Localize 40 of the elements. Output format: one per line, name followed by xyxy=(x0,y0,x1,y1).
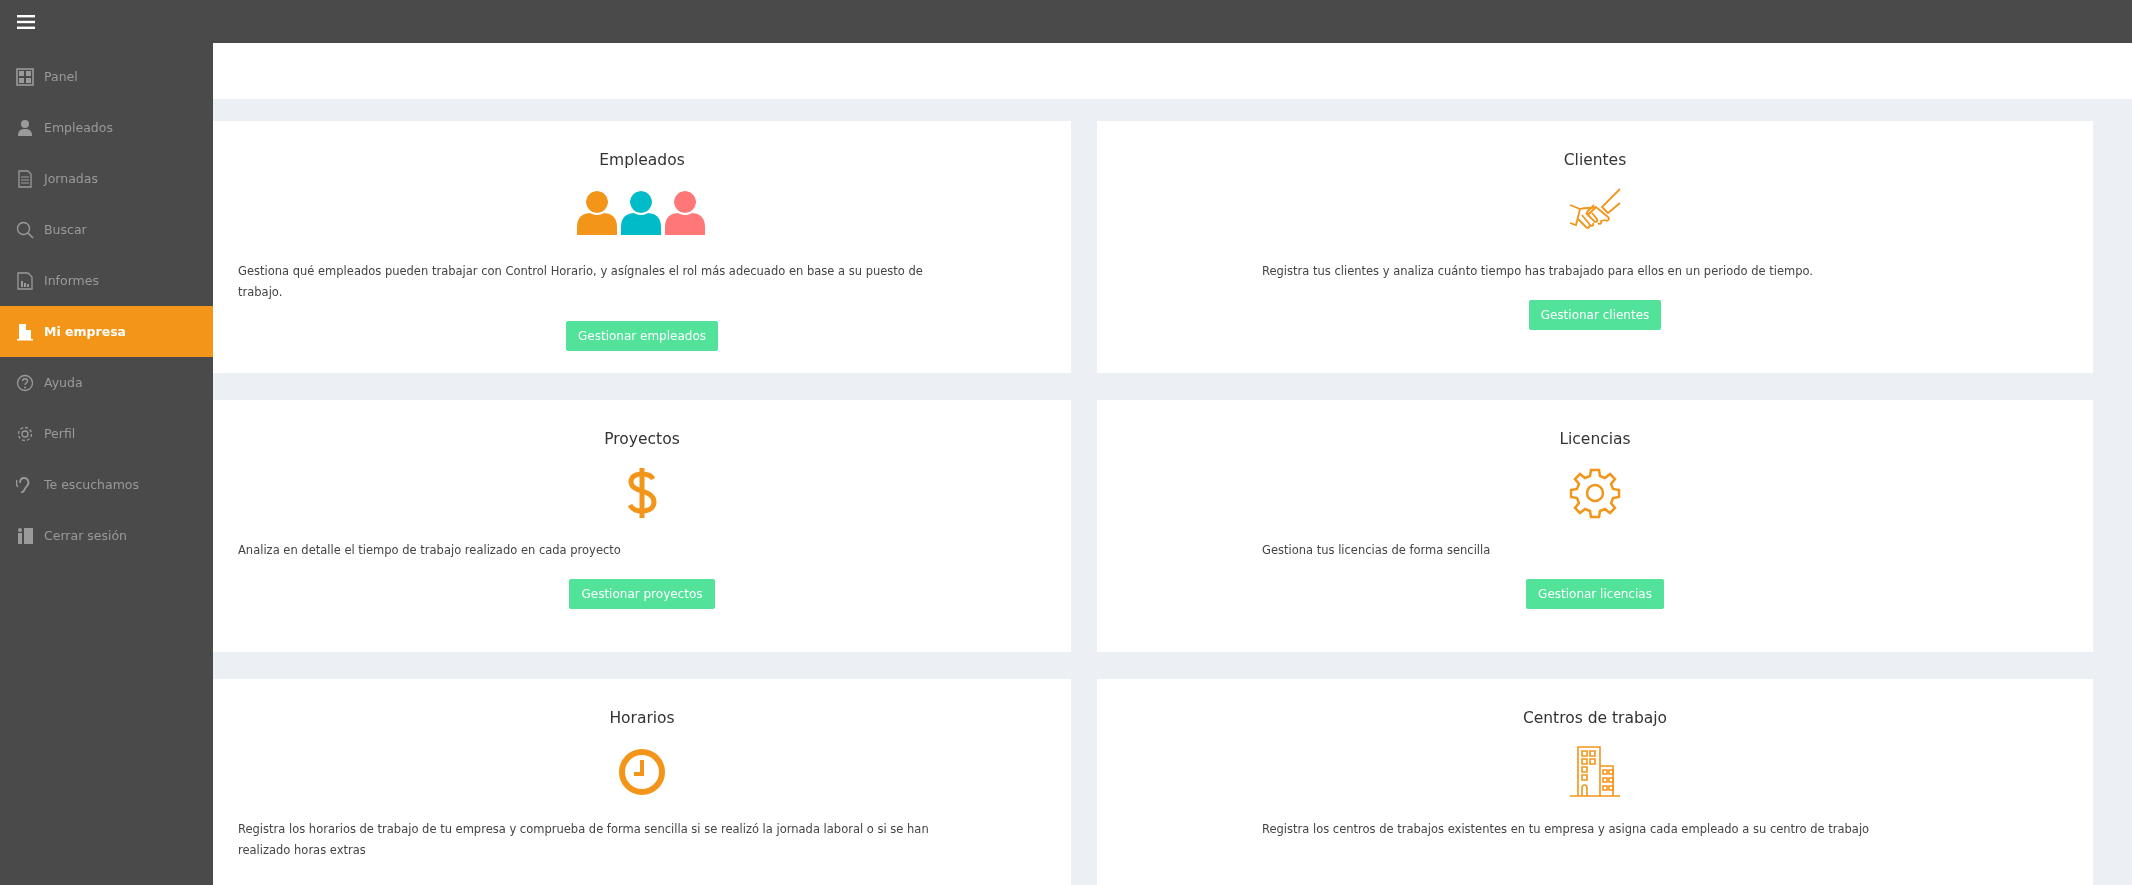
card-title: Empleados xyxy=(599,151,685,171)
building-icon xyxy=(16,322,34,341)
people-icon xyxy=(577,191,707,237)
sidebar-item[interactable]: Te escuchamos xyxy=(0,459,213,510)
sidebar-item[interactable]: Informes xyxy=(0,255,213,306)
sidebar-item[interactable]: Panel xyxy=(0,51,213,102)
sidebar-item[interactable]: Perfil xyxy=(0,408,213,459)
help-icon xyxy=(16,373,34,392)
clock-icon xyxy=(618,748,666,796)
sidebar-item[interactable]: Ayuda xyxy=(0,357,213,408)
sidebar-item[interactable]: Cerrar sesión xyxy=(0,510,213,561)
sidebar-item[interactable]: Empleados xyxy=(0,102,213,153)
document-icon xyxy=(16,169,34,188)
dollar-icon xyxy=(627,467,657,519)
card-title: Centros de trabajo xyxy=(1522,709,1668,729)
manage-button[interactable]: Gestionar licencias xyxy=(1526,579,1664,609)
card-title: Licencias xyxy=(1559,430,1631,450)
sidebar-item[interactable]: Mi empresa xyxy=(0,306,213,357)
card-title: Proyectos xyxy=(604,430,680,450)
card-description: Registra tus clientes y analiza cuánto tiempo has trabajado para ellos en un periodo de tiempo. xyxy=(1262,263,1813,280)
building-icon xyxy=(1569,746,1621,798)
card-description: Gestiona qué empleados pueden trabajar con Control Horario, y asígnales el rol más adecuado en base a su puesto de trabajo. xyxy=(238,263,924,301)
menu-icon[interactable] xyxy=(17,14,35,29)
card-description: Registra los centros de trabajos existentes en tu empresa y asigna cada empleado a su centro de trabajo xyxy=(1262,821,1870,838)
search-icon xyxy=(16,220,34,239)
manage-button[interactable]: Gestionar proyectos xyxy=(569,579,715,609)
manage-button[interactable]: Gestionar empleados xyxy=(566,321,718,351)
sidebar-item[interactable]: Buscar xyxy=(0,204,213,255)
card-description: Gestiona tus licencias de forma sencilla xyxy=(1262,542,1491,559)
card-description: Analiza en detalle el tiempo de trabajo realizado en cada proyecto xyxy=(238,542,621,559)
card-title: Horarios xyxy=(609,709,675,729)
person-icon xyxy=(16,118,34,137)
grid-icon xyxy=(16,67,34,86)
manage-button[interactable]: Gestionar clientes xyxy=(1528,300,1662,330)
settings-icon xyxy=(16,424,34,443)
sidebar-item[interactable]: Jornadas xyxy=(0,153,213,204)
chart-document-icon xyxy=(16,271,34,290)
gear-icon xyxy=(1569,467,1621,519)
card-title: Clientes xyxy=(1563,151,1627,171)
card-description: Registra los horarios de trabajo de tu empresa y comprueba de forma sencilla si se realizó la jornada laboral o si se han realizado horas extras xyxy=(238,821,930,859)
